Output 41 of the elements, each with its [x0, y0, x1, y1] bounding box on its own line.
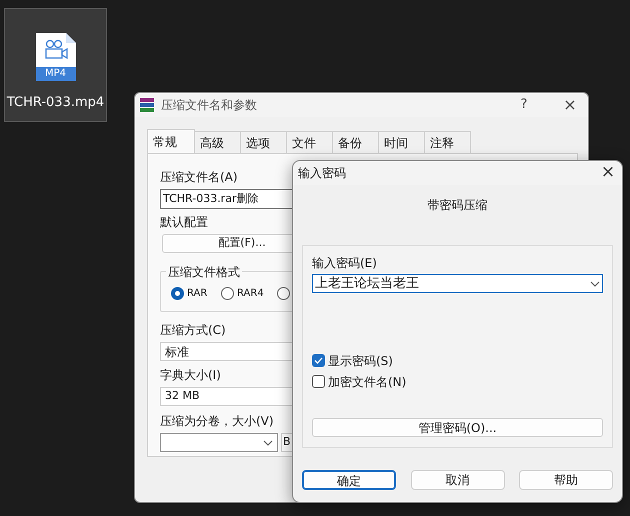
tab[interactable]: 文件	[287, 131, 333, 153]
dialog-button[interactable]: 帮助	[519, 470, 613, 490]
checkbox[interactable]	[312, 354, 325, 367]
help-button[interactable]: ?	[510, 95, 538, 115]
tab[interactable]: 选项	[241, 131, 287, 153]
radio-label: RAR	[187, 287, 208, 301]
field-label: 压缩为分卷，大小(V)	[160, 413, 274, 430]
desktop-file-icon[interactable]: MP4 TCHR-033.mp4	[4, 8, 107, 122]
dialog-button[interactable]: 确定	[302, 470, 396, 490]
radio-label: RAR4	[237, 287, 264, 301]
window-title: 压缩文件名和参数	[161, 97, 257, 114]
checkmark-icon	[314, 357, 323, 364]
field-label: 默认配置	[160, 214, 208, 231]
group-title: 压缩文件格式	[166, 263, 242, 281]
tab[interactable]: 高级	[195, 131, 241, 153]
tab[interactable]: 时间	[379, 131, 425, 153]
checkbox[interactable]	[312, 375, 325, 388]
volume-size-dropdown[interactable]	[160, 433, 278, 452]
field-label: 压缩文件名(A)	[160, 169, 238, 186]
password-field[interactable]: 上老王论坛当老王	[312, 274, 603, 293]
close-button[interactable]: ×	[594, 160, 622, 186]
tab[interactable]: 常规	[147, 129, 195, 153]
archive-books-icon	[139, 97, 155, 113]
field-label: 输入密码(E)	[312, 255, 378, 272]
radio-button[interactable]	[171, 287, 184, 300]
tab[interactable]: 备份	[333, 131, 379, 153]
dialog-button[interactable]: 取消	[410, 470, 504, 490]
field-label: 压缩方式(C)	[160, 322, 226, 339]
checkbox-label: 显示密码(S)	[328, 352, 393, 370]
field-label: 字典大小(I)	[160, 367, 221, 384]
dialog-heading: 带密码压缩	[428, 197, 488, 214]
close-button[interactable]: ×	[556, 93, 584, 117]
radio-button[interactable]	[277, 287, 290, 300]
checkbox-label: 加密文件名(N)	[328, 374, 406, 390]
manage-passwords-button[interactable]: 管理密码(O)...	[312, 418, 603, 437]
window-title: 输入密码	[298, 165, 346, 182]
video-file-icon	[36, 33, 76, 81]
tab[interactable]: 注释	[425, 131, 471, 153]
file-type-label: MP4	[44, 67, 66, 80]
radio-button[interactable]	[221, 287, 234, 300]
file-name: TCHR-033.mp4	[6, 94, 104, 112]
